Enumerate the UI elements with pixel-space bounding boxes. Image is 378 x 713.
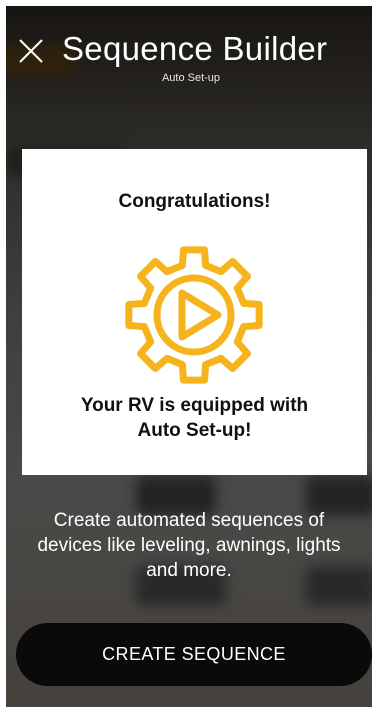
page-subtitle: Auto Set-up bbox=[161, 72, 221, 84]
gear-play-icon bbox=[125, 246, 263, 384]
create-sequence-button[interactable]: CREATE SEQUENCE bbox=[16, 623, 372, 686]
description-text: Create automated sequences of devices li… bbox=[37, 510, 341, 581]
card-message-line-1: Your RV is equipped with bbox=[80, 395, 309, 416]
screen: Sequence Builder Auto Set-up Congratulat… bbox=[0, 0, 378, 713]
page-title: Sequence Builder bbox=[62, 30, 328, 67]
card-message-line-2: Auto Set-up! bbox=[137, 420, 252, 441]
congratulations-card: Congratulations! Your RV is equipped wit… bbox=[22, 149, 367, 475]
card-message: Your RV is equipped with Auto Set-up! bbox=[22, 393, 367, 443]
close-icon bbox=[19, 39, 43, 63]
card-heading: Congratulations! bbox=[118, 191, 271, 212]
close-button[interactable] bbox=[14, 34, 48, 68]
